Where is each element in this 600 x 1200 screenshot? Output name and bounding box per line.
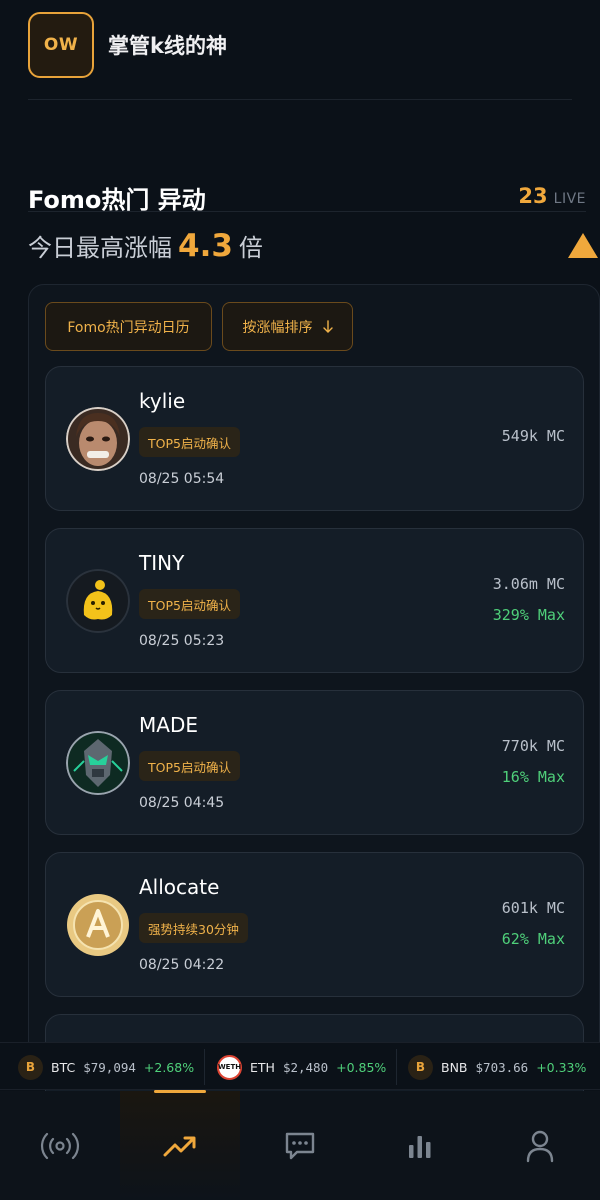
nav-profile[interactable] (480, 1091, 600, 1200)
token-time: 08/25 05:54 (139, 471, 225, 487)
btc-icon: B (18, 1054, 43, 1080)
avatar[interactable]: OW (28, 12, 94, 78)
ticker-change: +2.68% (143, 1059, 195, 1075)
active-tab-indicator (154, 1090, 206, 1093)
headline: 今日最高涨幅 4.3 倍 (28, 228, 263, 264)
nav-chat[interactable] (240, 1091, 360, 1200)
ticker-divider (396, 1049, 397, 1085)
kylie-avatar (66, 407, 130, 471)
token-card[interactable]: kylie TOP5启动确认 08/25 05:54 549k MC (45, 366, 584, 511)
chat-icon (285, 1132, 315, 1159)
token-card[interactable]: TINY TOP5启动确认 08/25 05:23 3.06m MC 329% … (45, 528, 584, 673)
app-name: 掌管k线的神 (108, 34, 227, 58)
ticker-price: $703.66 (475, 1059, 529, 1075)
profile-icon (526, 1130, 554, 1162)
token-tag: TOP5启动确认 (139, 589, 240, 619)
token-max-gain: 329% Max (492, 606, 565, 624)
ticker-item-btc[interactable]: B BTC $79,094 +2.68% (18, 1043, 194, 1091)
ticker-price: $2,480 (282, 1059, 329, 1075)
live-label: LIVE (553, 191, 586, 207)
token-name: MADE (139, 713, 198, 737)
bar-chart-icon (409, 1135, 431, 1158)
section-title: Fomo热门 异动 (28, 186, 206, 214)
token-name: TINY (139, 551, 185, 575)
ticker-divider (204, 1049, 205, 1085)
bottom-nav (0, 1091, 600, 1200)
headline-value: 4.3 (178, 228, 233, 264)
token-market-cap: 770k MC (501, 737, 565, 755)
token-tag: 强势持续30分钟 (139, 913, 248, 943)
calendar-button[interactable]: Fomo热门异动日历 (45, 302, 212, 351)
allocate-coin-icon (66, 893, 130, 957)
token-market-cap: 549k MC (501, 427, 565, 445)
ticker-item-bnb[interactable]: B BNB $703.66 +0.33% (408, 1043, 586, 1091)
ticker-symbol: ETH (250, 1059, 275, 1075)
ticker-symbol: BTC (51, 1059, 76, 1075)
token-card[interactable]: MADE TOP5启动确认 08/25 04:45 770k MC 16% Ma… (45, 690, 584, 835)
ticker-price: $79,094 (83, 1059, 136, 1075)
bnb-icon: B (408, 1054, 433, 1080)
weth-icon: WETH (217, 1054, 242, 1080)
headline-prefix: 今日最高涨幅 (28, 234, 172, 262)
header: OW 掌管k线的神 (28, 12, 572, 100)
token-card[interactable]: Allocate 强势持续30分钟 08/25 04:22 601k MC 62… (45, 852, 584, 997)
token-time: 08/25 05:23 (139, 633, 225, 649)
app-screen: OW 掌管k线的神 Fomo热门 异动 23 LIVE 今日最高涨幅 4.3 倍… (0, 0, 600, 1200)
token-tag: TOP5启动确认 (139, 751, 240, 781)
token-market-cap: 3.06m MC (492, 575, 565, 593)
token-name: kylie (139, 389, 186, 413)
token-panel: Fomo热门异动日历 按涨幅排序 kylie TOP5启动确认 08/25 05… (28, 284, 600, 1159)
up-triangle-icon (568, 233, 598, 258)
live-count: 23 (518, 184, 548, 208)
calendar-button-label: Fomo热门异动日历 (67, 319, 190, 336)
price-ticker: B BTC $79,094 +2.68% WETH ETH $2,480 +0.… (0, 1042, 600, 1090)
sort-button-label: 按涨幅排序 (242, 319, 313, 336)
made-avatar (66, 731, 130, 795)
token-max-gain: 62% Max (501, 930, 565, 948)
ticker-item-eth[interactable]: WETH ETH $2,480 +0.85% (217, 1043, 386, 1091)
section-divider (28, 211, 586, 212)
nav-trending[interactable] (120, 1091, 240, 1200)
token-time: 08/25 04:45 (139, 795, 225, 811)
trending-icon (163, 1136, 196, 1156)
ticker-change: +0.85% (336, 1059, 387, 1075)
ticker-symbol: BNB (441, 1059, 468, 1075)
ticker-change: +0.33% (536, 1059, 587, 1075)
token-market-cap: 601k MC (501, 899, 565, 917)
nav-broadcast[interactable] (0, 1091, 120, 1200)
headline-suffix: 倍 (238, 234, 263, 262)
token-tag: TOP5启动确认 (139, 427, 240, 457)
token-time: 08/25 04:22 (139, 957, 225, 973)
token-max-gain: 16% Max (501, 768, 565, 786)
live-indicator: 23 LIVE (518, 184, 586, 208)
token-name: Allocate (139, 875, 220, 899)
tiny-avatar (66, 569, 130, 633)
broadcast-icon (40, 1132, 80, 1159)
arrow-down-icon (322, 319, 333, 333)
nav-stats[interactable] (360, 1091, 480, 1200)
sort-button[interactable]: 按涨幅排序 (222, 302, 353, 351)
